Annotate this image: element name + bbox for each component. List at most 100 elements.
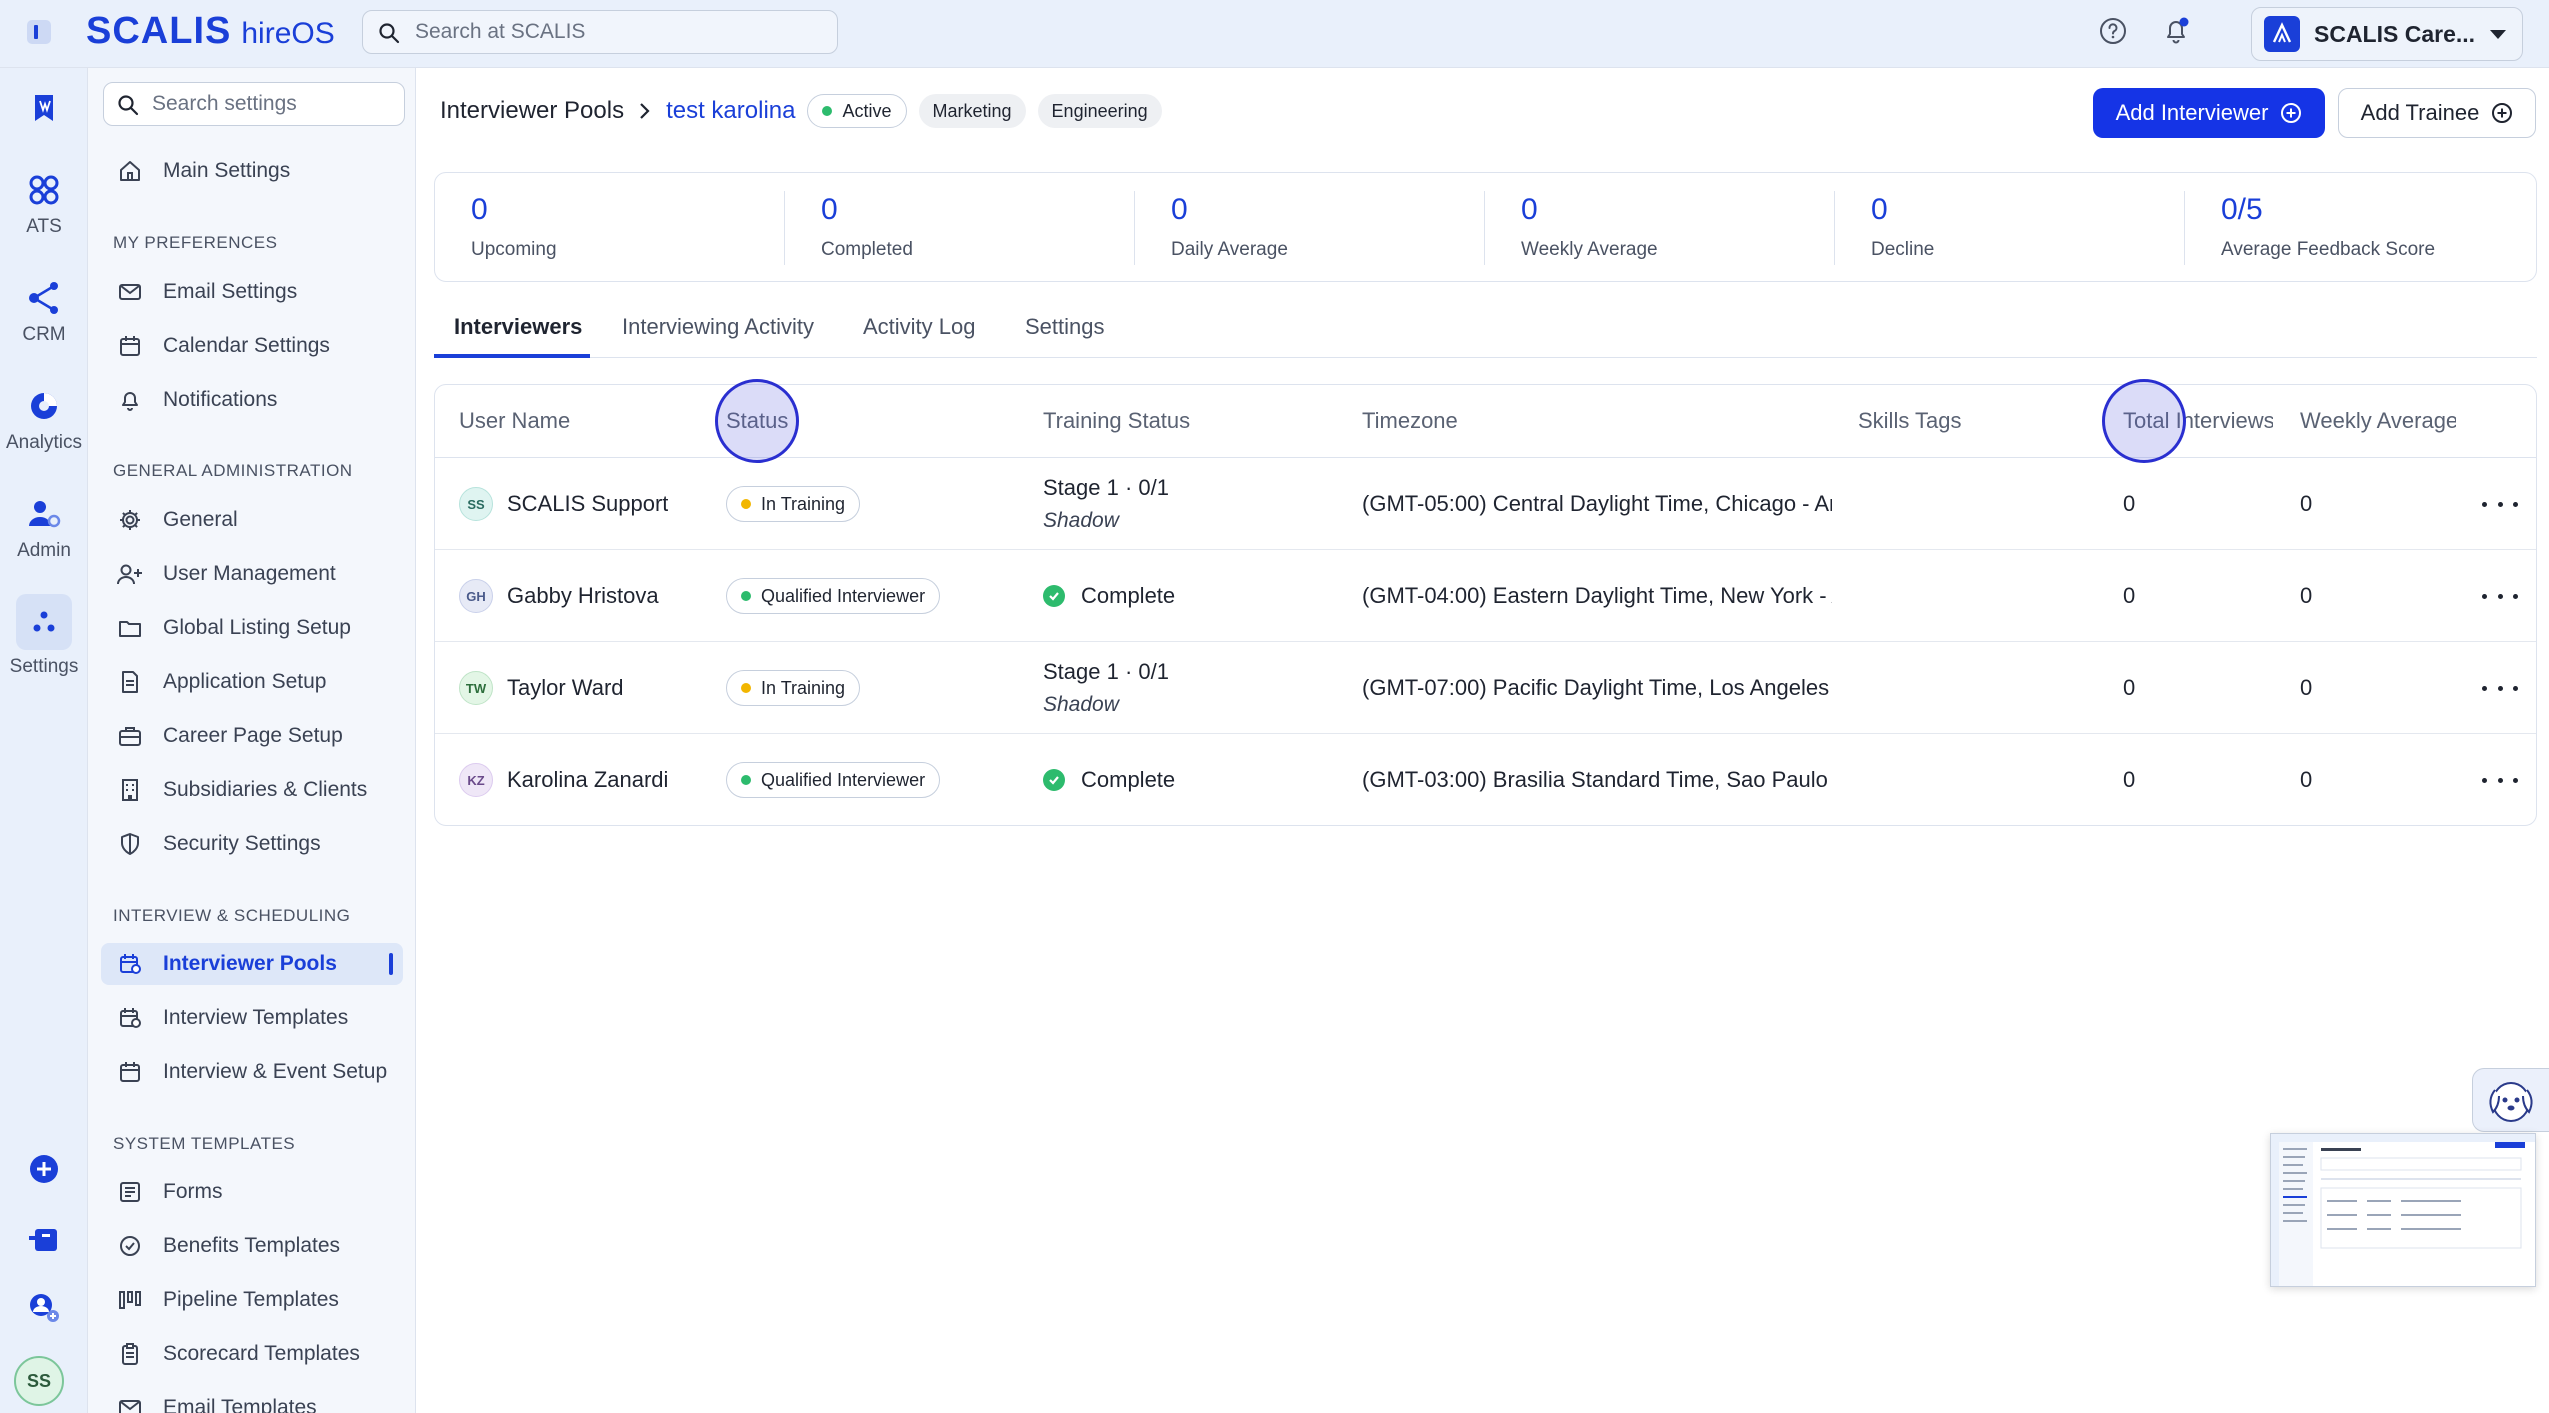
more-options-icon[interactable] [2482,674,2518,702]
stat-value: 0/5 [2221,193,2263,226]
weekly-average-cell: 0 [2300,491,2313,516]
sidebar-item-label: Interview & Event Setup [163,1060,388,1083]
stats-panel: 0 Upcoming 0 Completed 0 Daily Average 0… [434,172,2537,282]
calendar-clock-icon [117,1005,143,1031]
column-header-user-name[interactable]: User Name [459,385,570,457]
brand-logo: SCALIS [86,10,232,52]
breadcrumb-parent[interactable]: Interviewer Pools [440,97,624,125]
assistant-mascot-button[interactable] [2472,1068,2549,1132]
user-name[interactable]: SCALIS Support [507,491,668,517]
tab-interviewing-activity[interactable]: Interviewing Activity [622,314,814,340]
click-highlight-total-interviews [2102,379,2186,463]
sidebar-item-general[interactable]: General [101,499,403,541]
more-options-icon[interactable] [2482,490,2518,518]
sidebar-item-global-listing-setup[interactable]: Global Listing Setup [101,607,403,649]
sidebar-item-pipeline-templates[interactable]: Pipeline Templates [101,1279,403,1321]
help-icon[interactable] [2098,16,2128,46]
table-row[interactable]: GH Gabby Hristova Qualified Interviewer … [435,550,2536,642]
settings-sidebar: Search settings Main Settings MY PREFERE… [88,68,416,1413]
sidebar-item-user-management[interactable]: User Management [101,553,403,595]
column-header-skills-tags[interactable]: Skills Tags [1858,385,1962,457]
user-name[interactable]: Karolina Zanardi [507,767,668,793]
sidebar-item-security-settings[interactable]: Security Settings [101,823,403,865]
add-interviewer-button[interactable]: Add Interviewer [2093,88,2325,138]
brand[interactable]: SCALIS hireOS [86,10,335,58]
total-interviews-cell: 0 [2123,583,2136,608]
training-stage: Stage 1 · 0/1 Shadow [1043,659,1169,717]
sidebar-item-scorecard-templates[interactable]: Scorecard Templates [101,1333,403,1375]
timezone-cell: (GMT-03:00) Brasilia Standard Time, Sao … [1362,767,1832,792]
status-cell: In Training [726,642,861,734]
app-rail: ATS CRM Analytics Admin Settings SS [0,68,88,1413]
add-user-icon [24,1288,64,1328]
calendar-user-icon [117,951,143,977]
home-icon [117,158,143,184]
settings-search-input[interactable]: Search settings [103,82,405,126]
user-avatar[interactable]: SS [14,1356,64,1406]
table-row[interactable]: SS SCALIS Support In Training Stage 1 · … [435,458,2536,550]
column-header-weekly-average[interactable]: Weekly Average [2300,385,2456,457]
status-badge-label: Qualified Interviewer [761,585,926,606]
rail-add-user[interactable] [0,1288,88,1328]
stat-label: Upcoming [471,239,557,260]
training-status-cell: Stage 1 · 0/1 Shadow [1043,458,1169,550]
notification-bell-icon[interactable] [2161,16,2191,46]
add-trainee-button[interactable]: Add Trainee [2338,88,2536,138]
rail-settings[interactable]: Settings [0,594,88,678]
global-search-input[interactable]: Search at SCALIS [362,10,838,54]
sidebar-item-benefits-templates[interactable]: Benefits Templates [101,1225,403,1267]
building-icon [117,777,143,803]
sidebar-item-forms[interactable]: Forms [101,1171,403,1213]
sidebar-item-main-settings[interactable]: Main Settings [101,150,403,192]
settings-icon [16,594,72,650]
sidebar-item-email-templates[interactable]: Email Templates [101,1387,403,1413]
stat-label: Average Feedback Score [2221,239,2436,260]
sidebar-item-interview-event-setup[interactable]: Interview & Event Setup [101,1051,403,1093]
table-row[interactable]: KZ Karolina Zanardi Qualified Interviewe… [435,734,2536,825]
tab-interviewers[interactable]: Interviewers [454,314,582,340]
rail-admin[interactable]: Admin [0,494,88,562]
tab-activity-log[interactable]: Activity Log [863,314,976,340]
more-options-icon[interactable] [2482,582,2518,610]
sidebar-item-application-setup[interactable]: Application Setup [101,661,403,703]
user-name[interactable]: Gabby Hristova [507,583,659,609]
tab-settings[interactable]: Settings [1025,314,1105,340]
account-switcher[interactable]: SCALIS Care... [2251,7,2523,61]
sidebar-item-email-settings[interactable]: Email Settings [101,271,403,313]
sidebar-item-interviewer-pools[interactable]: Interviewer Pools [101,943,403,985]
timezone-cell: (GMT-05:00) Central Daylight Time, Chica… [1362,491,1832,516]
section-general-administration: GENERAL ADMINISTRATION [113,461,353,480]
tag-chip: Engineering [1037,94,1162,128]
table-row[interactable]: TW Taylor Ward In Training Stage 1 · 0/1… [435,642,2536,734]
status-dot [741,775,751,785]
rail-crm[interactable]: CRM [0,278,88,346]
timezone-cell: (GMT-07:00) Pacific Daylight Time, Los A… [1362,675,1832,700]
rail-create[interactable] [0,1149,88,1189]
sidebar-item-calendar-settings[interactable]: Calendar Settings [101,325,403,367]
sidebar-item-subsidiaries-clients[interactable]: Subsidiaries & Clients [101,769,403,811]
column-header-timezone[interactable]: Timezone [1362,385,1458,457]
rail-ats[interactable]: ATS [0,170,88,238]
sidebar-toggle-icon[interactable] [27,20,51,44]
rail-settings-label: Settings [9,656,79,677]
column-header-training-status[interactable]: Training Status [1043,385,1190,457]
rail-analytics[interactable]: Analytics [0,386,88,454]
training-stage: Stage 1 · 0/1 Shadow [1043,475,1169,533]
sidebar-item-interview-templates[interactable]: Interview Templates [101,997,403,1039]
sidebar-item-notifications[interactable]: Notifications [101,379,403,421]
sidebar-item-career-page-setup[interactable]: Career Page Setup [101,715,403,757]
screen-preview-thumbnail[interactable] [2270,1133,2536,1287]
status-badge: Active [807,94,907,128]
sidebar-item-label: Email Templates [163,1396,317,1413]
rail-bookmark[interactable] [0,88,88,128]
screen-preview-image [2271,1134,2535,1286]
breadcrumb: Interviewer Pools test karolina Active M… [440,94,1162,128]
total-interviews-cell: 0 [2123,767,2136,792]
sidebar-item-label: Career Page Setup [163,724,343,747]
status-badge-label: Qualified Interviewer [761,769,926,790]
rail-jobs[interactable] [0,1219,88,1259]
user-name[interactable]: Taylor Ward [507,675,624,701]
user-cell: SS SCALIS Support [459,458,668,550]
user-cell: TW Taylor Ward [459,642,624,734]
more-options-icon[interactable] [2482,766,2518,794]
